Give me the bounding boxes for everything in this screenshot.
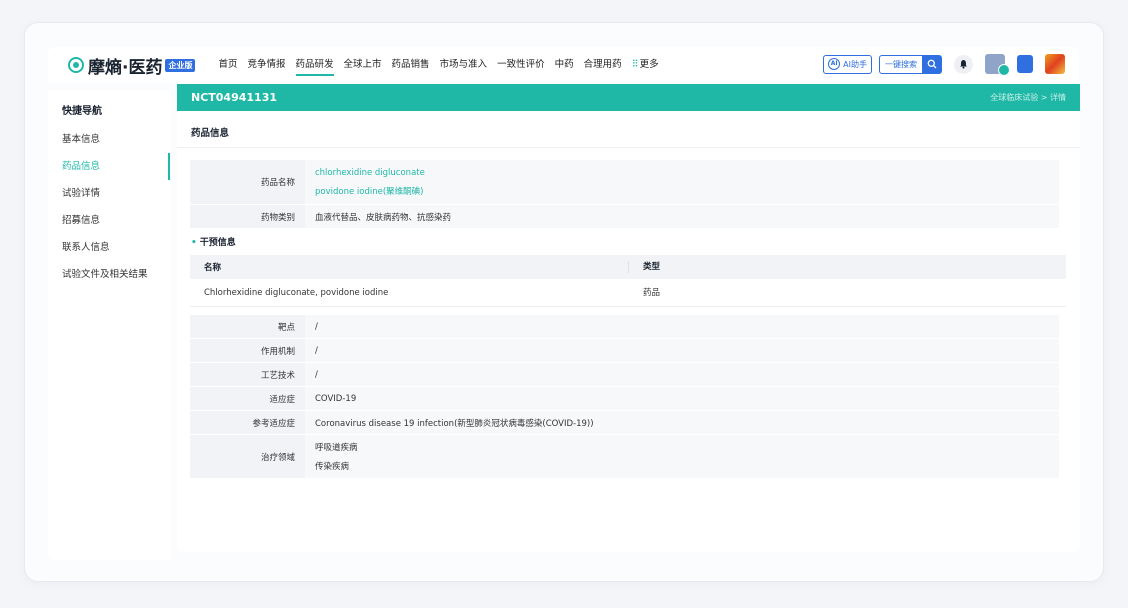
ref-indication-row: 参考适应症 Coronavirus disease 19 infection(新… bbox=[190, 411, 1059, 435]
search-icon bbox=[927, 59, 936, 69]
ref-indication-value: Coronavirus disease 19 infection(新型肺炎冠状病… bbox=[305, 411, 1059, 434]
drug-name-link[interactable]: chlorhexidine digluconate bbox=[315, 168, 1059, 178]
table-row: Chlorhexidine digluconate, povidone iodi… bbox=[190, 279, 1066, 307]
sidebar-item-trial-detail[interactable]: 试验详情 bbox=[48, 180, 170, 207]
trial-id: NCT04941131 bbox=[191, 91, 278, 104]
sidebar-item-basic[interactable]: 基本信息 bbox=[48, 126, 170, 153]
mini-program-icon[interactable] bbox=[1045, 54, 1065, 74]
indication-label: 适应症 bbox=[190, 387, 305, 410]
trial-title-bar: NCT04941131 全球临床试验 > 详情 bbox=[177, 84, 1080, 111]
sidebar-item-recruit[interactable]: 招募信息 bbox=[48, 207, 170, 234]
column-header-type: 类型 bbox=[628, 261, 1066, 273]
breadcrumb[interactable]: 全球临床试验 > 详情 bbox=[990, 92, 1066, 103]
grid-dots-icon: ⠿ bbox=[631, 59, 639, 70]
intervention-table: 名称 类型 Chlorhexidine digluconate, povidon… bbox=[190, 255, 1066, 307]
detail-info-table: 靶点 / 作用机制 / 工艺技术 / 适应症 COVID-19 参考适应症 Co… bbox=[190, 315, 1059, 479]
report-book-icon[interactable] bbox=[1017, 55, 1033, 73]
drug-name-label: 药品名称 bbox=[190, 160, 305, 204]
drug-name-row: 药品名称 chlorhexidine digluconate povidone … bbox=[190, 160, 1059, 205]
section-title: 药品信息 bbox=[177, 111, 1080, 148]
mechanism-row: 作用机制 / bbox=[190, 339, 1059, 363]
ai-icon: AI bbox=[828, 58, 841, 70]
quick-search-label: 一键搜索 bbox=[885, 59, 917, 69]
table-header: 名称 类型 bbox=[190, 255, 1066, 279]
nav-item-market[interactable]: 市场与准入 bbox=[440, 47, 488, 83]
target-label: 靶点 bbox=[190, 315, 305, 338]
technology-row: 工艺技术 / bbox=[190, 363, 1059, 387]
knowledge-verified-icon[interactable] bbox=[985, 54, 1010, 76]
ai-assistant-button[interactable]: AI AI助手 bbox=[823, 54, 872, 74]
intervention-title: • 干预信息 bbox=[191, 238, 236, 248]
nav-item-rd[interactable]: 药品研发 bbox=[295, 47, 334, 83]
notification-bell-icon[interactable] bbox=[954, 54, 973, 74]
nav-item-rational[interactable]: 合理用药 bbox=[584, 47, 622, 83]
sidebar-title: 快捷导航 bbox=[62, 106, 102, 117]
search-button[interactable] bbox=[922, 55, 941, 73]
nav-more-label: 更多 bbox=[639, 59, 659, 70]
brand-name: 摩熵·医药 bbox=[88, 57, 163, 78]
drug-category-value: 血液代替品、皮肤病药物、抗感染药 bbox=[305, 205, 1059, 228]
nav-item-intel[interactable]: 竞争情报 bbox=[247, 47, 285, 83]
main-content: NCT04941131 全球临床试验 > 详情 药品信息 药品名称 chlorh… bbox=[177, 84, 1080, 552]
main-nav: 首页 竞争情报 药品研发 全球上市 药品销售 市场与准入 一致性评价 中药 合理… bbox=[218, 47, 668, 83]
therapeutic-area-label: 治疗领域 bbox=[190, 435, 305, 478]
quick-nav-sidebar: 快捷导航 基本信息 药品信息 试验详情 招募信息 联系人信息 试验文件及相关结果 bbox=[48, 90, 170, 560]
intervention-name: Chlorhexidine digluconate, povidone iodi… bbox=[204, 287, 389, 298]
intervention-type: 药品 bbox=[643, 287, 661, 298]
technology-value: / bbox=[305, 363, 1059, 386]
ref-indication-label: 参考适应症 bbox=[190, 411, 305, 434]
therapeutic-area-value: 呼吸道疾病 bbox=[315, 443, 358, 453]
indication-row: 适应症 COVID-19 bbox=[190, 387, 1059, 411]
nav-item-tcm[interactable]: 中药 bbox=[555, 47, 574, 83]
drug-name-link[interactable]: povidone iodine(聚维酮碘) bbox=[315, 185, 1059, 197]
brand-logo[interactable]: 摩熵·医药 企业版 bbox=[68, 53, 196, 78]
bullet-dot-icon: • bbox=[191, 238, 197, 248]
drug-category-row: 药物类别 血液代替品、皮肤病药物、抗感染药 bbox=[190, 205, 1059, 229]
sidebar-item-drug[interactable]: 药品信息 bbox=[48, 153, 170, 180]
top-nav-bar: 摩熵·医药 企业版 首页 竞争情报 药品研发 全球上市 药品销售 市场与准入 一… bbox=[48, 47, 1079, 83]
drug-info-table: 药品名称 chlorhexidine digluconate povidone … bbox=[190, 160, 1059, 229]
therapeutic-area-row: 治疗领域 呼吸道疾病 传染疾病 bbox=[190, 435, 1059, 479]
target-value: / bbox=[305, 315, 1059, 338]
quick-search[interactable]: 一键搜索 bbox=[879, 54, 942, 74]
column-header-name: 名称 bbox=[204, 263, 222, 273]
drug-category-label: 药物类别 bbox=[190, 205, 305, 228]
target-row: 靶点 / bbox=[190, 315, 1059, 339]
edition-badge: 企业版 bbox=[165, 58, 196, 72]
ai-assistant-label: AI助手 bbox=[843, 59, 867, 69]
therapeutic-area-value: 传染疾病 bbox=[315, 462, 350, 472]
header-tools: AI AI助手 一键搜索 bbox=[823, 54, 1065, 76]
sidebar-item-documents[interactable]: 试验文件及相关结果 bbox=[48, 261, 170, 288]
nav-item-consistency[interactable]: 一致性评价 bbox=[497, 47, 545, 83]
sidebar-item-contact[interactable]: 联系人信息 bbox=[48, 234, 170, 261]
mechanism-label: 作用机制 bbox=[190, 339, 305, 362]
nav-item-home[interactable]: 首页 bbox=[218, 47, 237, 83]
mechanism-value: / bbox=[305, 339, 1059, 362]
nav-item-sales[interactable]: 药品销售 bbox=[392, 47, 430, 83]
nav-item-more[interactable]: ⠿更多 bbox=[632, 47, 659, 83]
indication-value: COVID-19 bbox=[305, 387, 1059, 410]
logo-icon bbox=[68, 57, 84, 73]
nav-item-global[interactable]: 全球上市 bbox=[344, 47, 382, 83]
technology-label: 工艺技术 bbox=[190, 363, 305, 386]
